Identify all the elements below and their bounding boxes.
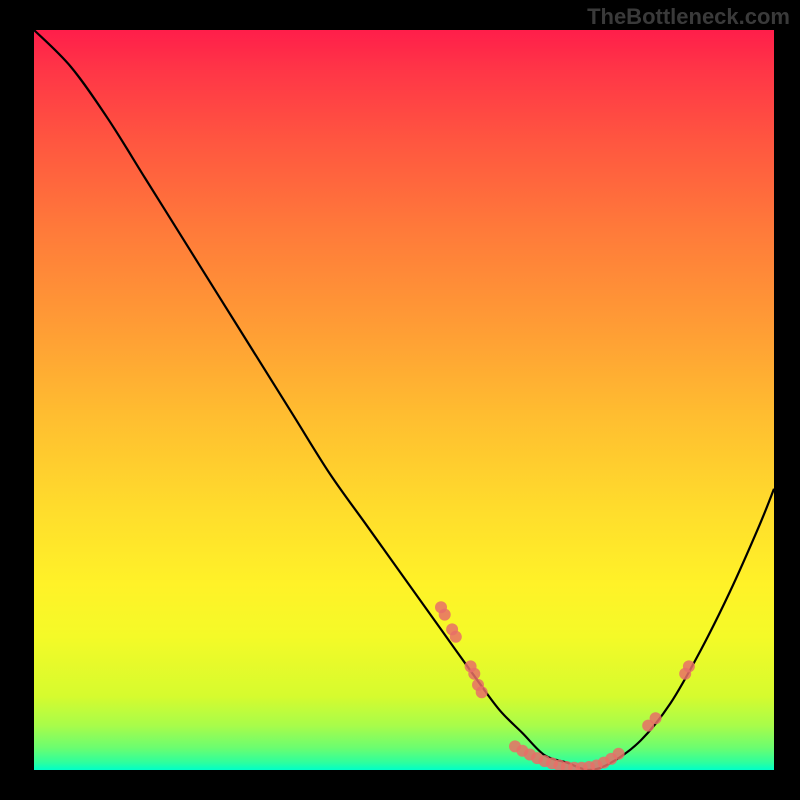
plot-area	[34, 30, 774, 770]
data-point-markers	[435, 601, 695, 770]
data-point-marker	[650, 712, 662, 724]
data-point-marker	[613, 748, 625, 760]
watermark-text: TheBottleneck.com	[587, 4, 790, 30]
data-point-marker	[683, 660, 695, 672]
data-point-marker	[468, 668, 480, 680]
curve-layer	[34, 30, 774, 770]
data-point-marker	[450, 631, 462, 643]
data-point-marker	[439, 609, 451, 621]
chart-container: TheBottleneck.com	[0, 0, 800, 800]
data-point-marker	[476, 686, 488, 698]
bottleneck-curve	[34, 30, 774, 770]
